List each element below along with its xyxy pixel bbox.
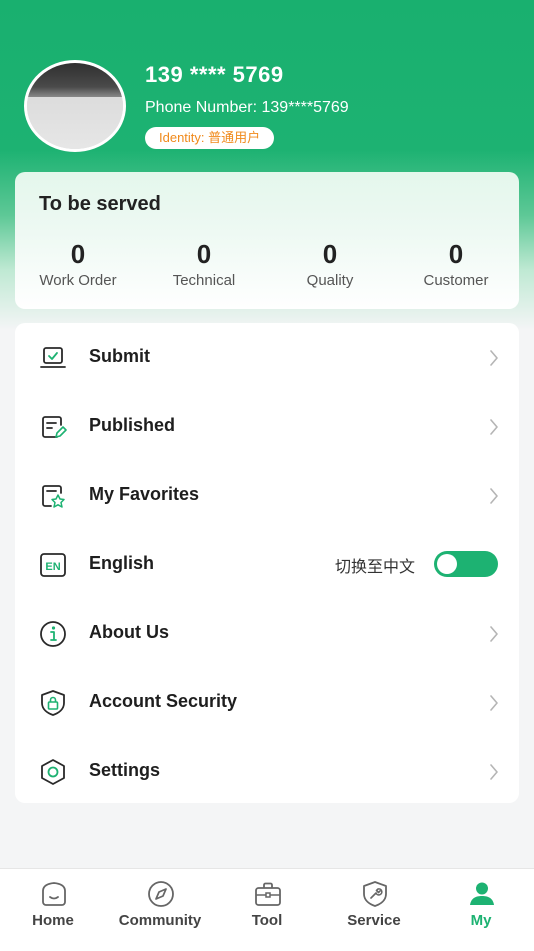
tab-label: Service bbox=[347, 912, 401, 929]
shield-lock-icon bbox=[41, 690, 65, 716]
menu-item-label: Settings bbox=[89, 760, 161, 780]
user-name: 139 **** 5769 bbox=[145, 62, 284, 87]
tab-label: Home bbox=[32, 912, 74, 929]
tab-label: Tool bbox=[251, 912, 283, 929]
menu-item-english: EN English 切换至中文 bbox=[15, 530, 519, 599]
menu-list: Submit Published My Favorites EN English… bbox=[15, 323, 519, 803]
to-be-served-card: To be served 0 Work Order 0 Technical 0 … bbox=[15, 172, 519, 309]
star-document-icon bbox=[42, 485, 65, 508]
menu-item-submit[interactable]: Submit bbox=[15, 323, 519, 392]
stat-value: 0 bbox=[70, 239, 86, 269]
stat-label: Customer bbox=[423, 272, 489, 289]
language-toggle[interactable] bbox=[434, 551, 498, 577]
stat-label: Quality bbox=[306, 272, 354, 289]
menu-item-settings[interactable]: Settings bbox=[15, 737, 519, 806]
avatar[interactable] bbox=[24, 60, 126, 152]
chevron-right-icon bbox=[490, 488, 498, 504]
menu-item-about-us[interactable]: About Us bbox=[15, 599, 519, 668]
hexagon-gear-icon bbox=[41, 759, 65, 785]
to-be-served-title: To be served bbox=[39, 193, 161, 215]
toggle-knob bbox=[437, 554, 457, 574]
stat-label: Work Order bbox=[39, 272, 117, 289]
tab-my[interactable]: My bbox=[428, 869, 534, 951]
tab-home[interactable]: Home bbox=[0, 869, 106, 951]
home-icon bbox=[42, 882, 66, 906]
phone-number: Phone Number: 139****5769 bbox=[145, 99, 349, 116]
menu-item-label: About Us bbox=[89, 622, 169, 642]
laptop-check-icon bbox=[40, 347, 66, 368]
tab-tool[interactable]: Tool bbox=[214, 869, 320, 951]
menu-item-published[interactable]: Published bbox=[15, 392, 519, 461]
chevron-right-icon bbox=[490, 695, 498, 711]
en-badge-icon: EN bbox=[40, 553, 66, 577]
menu-item-account-security[interactable]: Account Security bbox=[15, 668, 519, 737]
stat-value: 0 bbox=[196, 239, 212, 269]
stat-label: Technical bbox=[172, 272, 236, 289]
tab-service[interactable]: Service bbox=[321, 869, 427, 951]
person-icon bbox=[470, 882, 494, 905]
menu-item-label: My Favorites bbox=[89, 484, 200, 504]
stat-technical[interactable]: 0 Technical bbox=[141, 238, 267, 289]
tab-label: Community bbox=[118, 912, 202, 929]
stat-customer[interactable]: 0 Customer bbox=[393, 238, 519, 289]
stat-value: 0 bbox=[448, 239, 464, 269]
compass-icon bbox=[148, 881, 174, 907]
svg-text:EN: EN bbox=[45, 561, 60, 573]
language-switch-label: 切换至中文 bbox=[334, 559, 415, 576]
tab-label: My bbox=[470, 912, 492, 929]
menu-item-my-favorites[interactable]: My Favorites bbox=[15, 461, 519, 530]
bottom-tab-bar: Home Community Tool Service My bbox=[0, 868, 534, 951]
menu-item-label: English bbox=[89, 553, 155, 573]
info-icon bbox=[40, 621, 66, 647]
menu-item-label: Submit bbox=[89, 346, 150, 366]
stat-value: 0 bbox=[322, 239, 338, 269]
menu-item-label: Published bbox=[89, 415, 176, 435]
document-edit-icon bbox=[42, 416, 67, 438]
stat-work-order[interactable]: 0 Work Order bbox=[15, 238, 141, 289]
tab-community[interactable]: Community bbox=[107, 869, 213, 951]
wrench-shield-icon bbox=[363, 881, 387, 907]
chevron-right-icon bbox=[490, 350, 498, 366]
toolbox-icon bbox=[255, 882, 281, 906]
chevron-right-icon bbox=[490, 626, 498, 642]
chevron-right-icon bbox=[490, 764, 498, 780]
menu-item-label: Account Security bbox=[89, 691, 238, 711]
identity-badge: Identity: 普通用户 bbox=[145, 127, 275, 149]
stat-quality[interactable]: 0 Quality bbox=[267, 238, 393, 289]
chevron-right-icon bbox=[490, 419, 498, 435]
